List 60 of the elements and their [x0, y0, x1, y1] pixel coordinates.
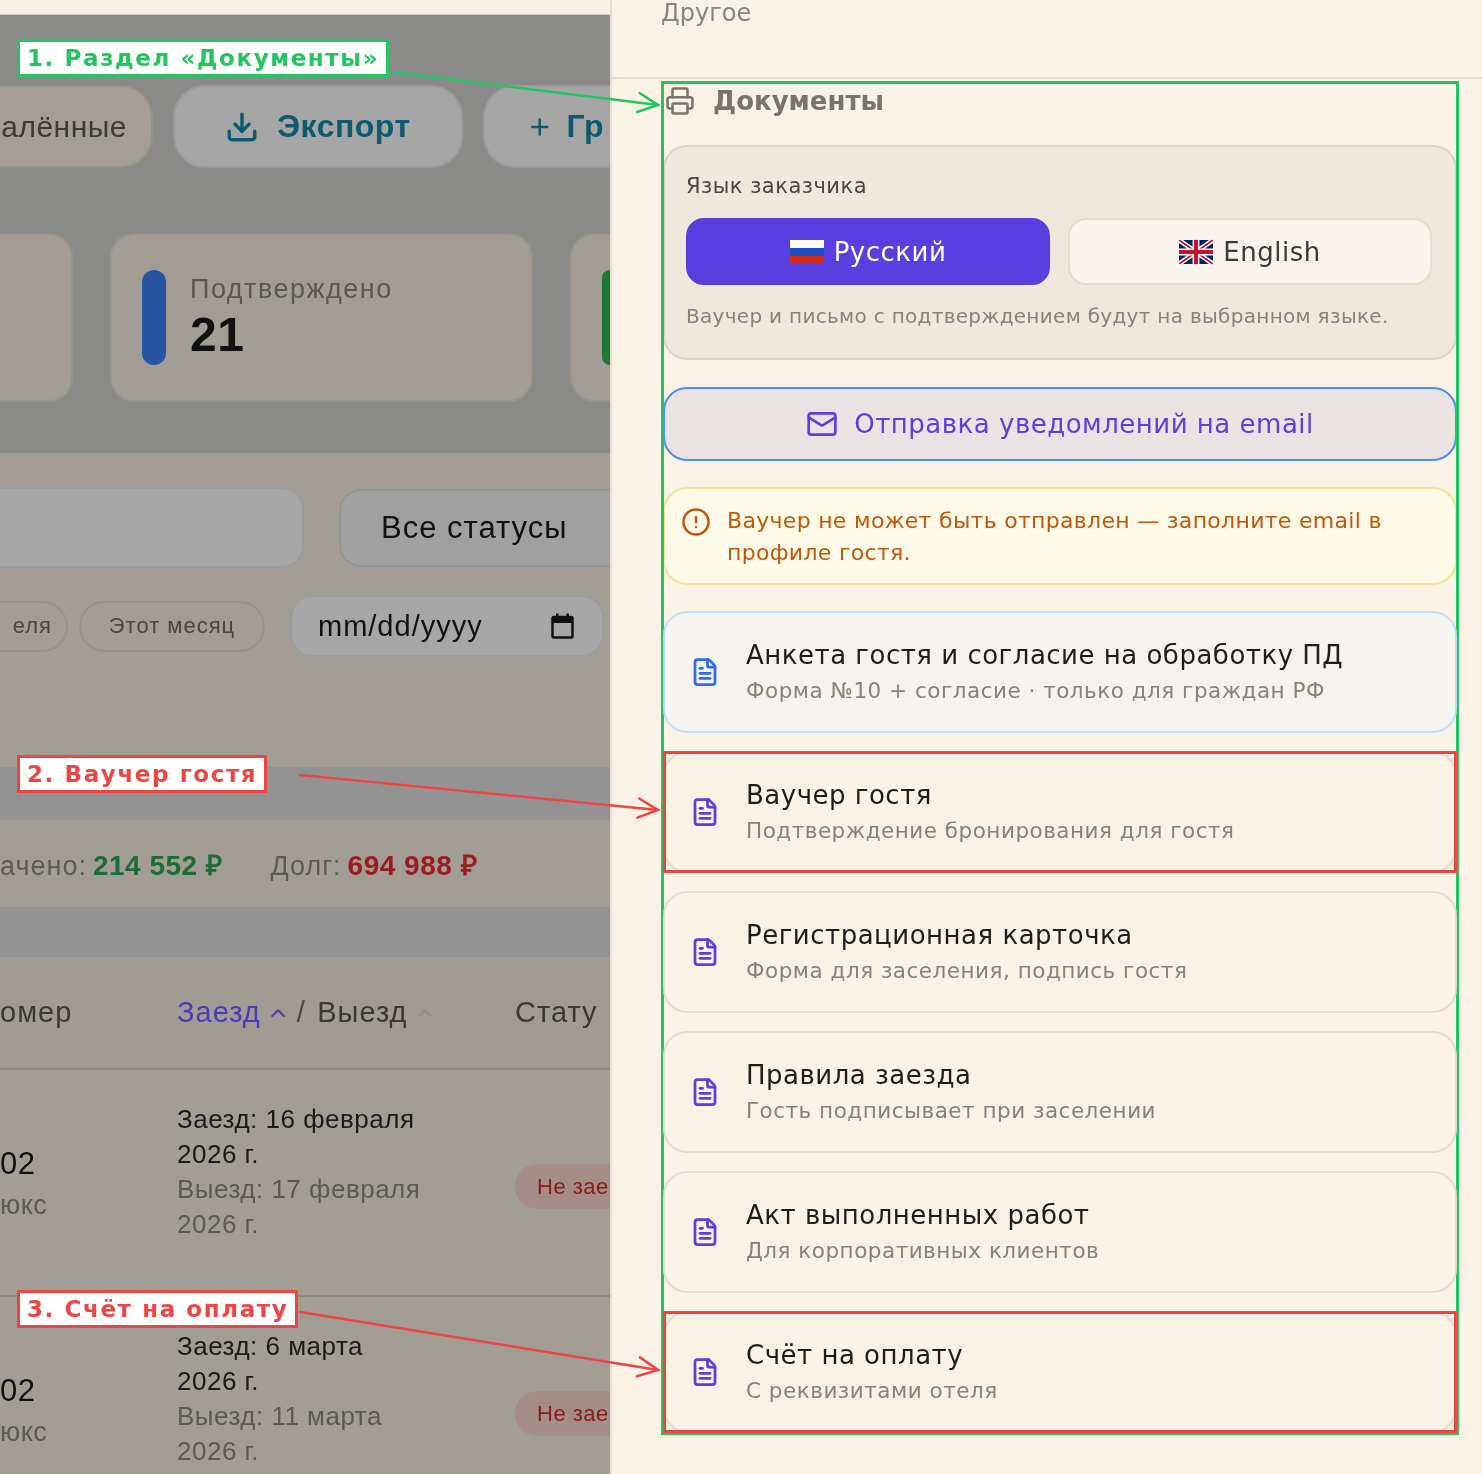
- room-type: юкс: [0, 1190, 49, 1221]
- date-field[interactable]: mm/dd/yyyy: [290, 595, 604, 657]
- document-subtitle: Гость подписывает при заселении: [746, 1097, 1157, 1125]
- document-title: Ваучер гостя: [746, 779, 933, 812]
- document-title: Анкета гостя и согласие на обработку ПД: [746, 639, 1344, 672]
- document-subtitle: С реквизитами отеля: [746, 1377, 998, 1405]
- stat-label: Подтверждено: [190, 273, 393, 305]
- header-separator: /: [296, 996, 306, 1029]
- document-title: Счёт на оплату: [746, 1339, 965, 1372]
- warning-text: Ваучер не может быть отправлен — заполните email в профиле гостя.: [727, 507, 1383, 567]
- section-title: Другое: [661, 0, 752, 27]
- status-badge: Не зае: [515, 1164, 610, 1209]
- document-subtitle: Форма №10 + согласие · только для граждан РФ: [746, 677, 1326, 705]
- document-subtitle: Для корпоративных клиентов: [746, 1237, 1100, 1265]
- document-subtitle: Подтверждение бронирования для гостя: [746, 817, 1235, 845]
- language-hint: Ваучер и письмо с подтверждением будут на выбранном языке.: [686, 303, 1390, 329]
- printer-icon: [665, 86, 695, 116]
- document-title: Регистрационная карточка: [746, 919, 1134, 952]
- document-card[interactable]: Счёт на оплату С реквизитами отеля: [663, 1311, 1457, 1433]
- calendar-icon[interactable]: [551, 613, 574, 639]
- check-in-date: Заезд: 6 марта 2026 г.: [177, 1330, 364, 1398]
- status-badge: Не зае: [515, 1391, 610, 1436]
- callout-label: 3. Счёт на оплату: [17, 1290, 299, 1328]
- check-in-date: Заезд: 16 февраля 2026 г.: [177, 1103, 416, 1171]
- language-label: Язык заказчика: [686, 173, 869, 199]
- total-label: ачено:: [0, 850, 87, 882]
- status-select[interactable]: Все статусы: [339, 488, 610, 567]
- sort-header[interactable]: Выезд: [317, 996, 432, 1029]
- document-card[interactable]: Правила заезда Гость подписывает при заселении: [663, 1031, 1457, 1153]
- callout-label: 1. Раздел «Документы»: [17, 39, 390, 77]
- total-value: 214 552 ₽: [92, 848, 223, 883]
- email-notify-button[interactable]: Отправка уведомлений на email: [663, 387, 1457, 461]
- total-label: Долг:: [270, 850, 342, 882]
- language-button[interactable]: Русский: [686, 218, 1050, 285]
- document-subtitle: Форма для заселения, подпись гостя: [746, 957, 1188, 985]
- flag-icon: [789, 239, 824, 264]
- section-title: Документы: [713, 86, 885, 116]
- room-number: 02: [0, 1373, 37, 1409]
- check-out-date: Выезд: 17 февраля 2026 г.: [177, 1173, 422, 1241]
- document-title: Акт выполненных работ: [746, 1199, 1091, 1232]
- document-title: Правила заезда: [746, 1059, 973, 1092]
- check-out-date: Выезд: 11 марта 2026 г.: [177, 1400, 383, 1468]
- flag-icon: [1179, 239, 1214, 264]
- chevron-up-icon: [270, 1008, 285, 1017]
- column-header: омер: [0, 996, 73, 1029]
- filter-button[interactable]: алённые: [0, 85, 153, 168]
- room-type: юкс: [0, 1417, 49, 1448]
- language-button[interactable]: English: [1068, 218, 1432, 285]
- document-card[interactable]: Анкета гостя и согласие на обработку ПД Форма №10 + согласие · только для граждан РФ: [663, 611, 1457, 733]
- alert-icon: [681, 507, 711, 537]
- stat-value: 21: [190, 308, 246, 362]
- total-value: 694 988 ₽: [347, 848, 478, 883]
- filter-chip[interactable]: Этот месяц: [79, 600, 265, 652]
- column-header: Стату: [515, 996, 598, 1029]
- callout-label: 2. Ваучер гостя: [17, 755, 268, 793]
- room-number: 02: [0, 1146, 37, 1182]
- document-card[interactable]: Регистрационная карточка Форма для заселения, подпись гостя: [663, 891, 1457, 1013]
- document-card[interactable]: Ваучер гостя Подтверждение бронирования для гостя: [663, 751, 1457, 873]
- filter-chip[interactable]: еля: [0, 600, 68, 652]
- document-card[interactable]: Акт выполненных работ Для корпоративных клиентов: [663, 1171, 1457, 1293]
